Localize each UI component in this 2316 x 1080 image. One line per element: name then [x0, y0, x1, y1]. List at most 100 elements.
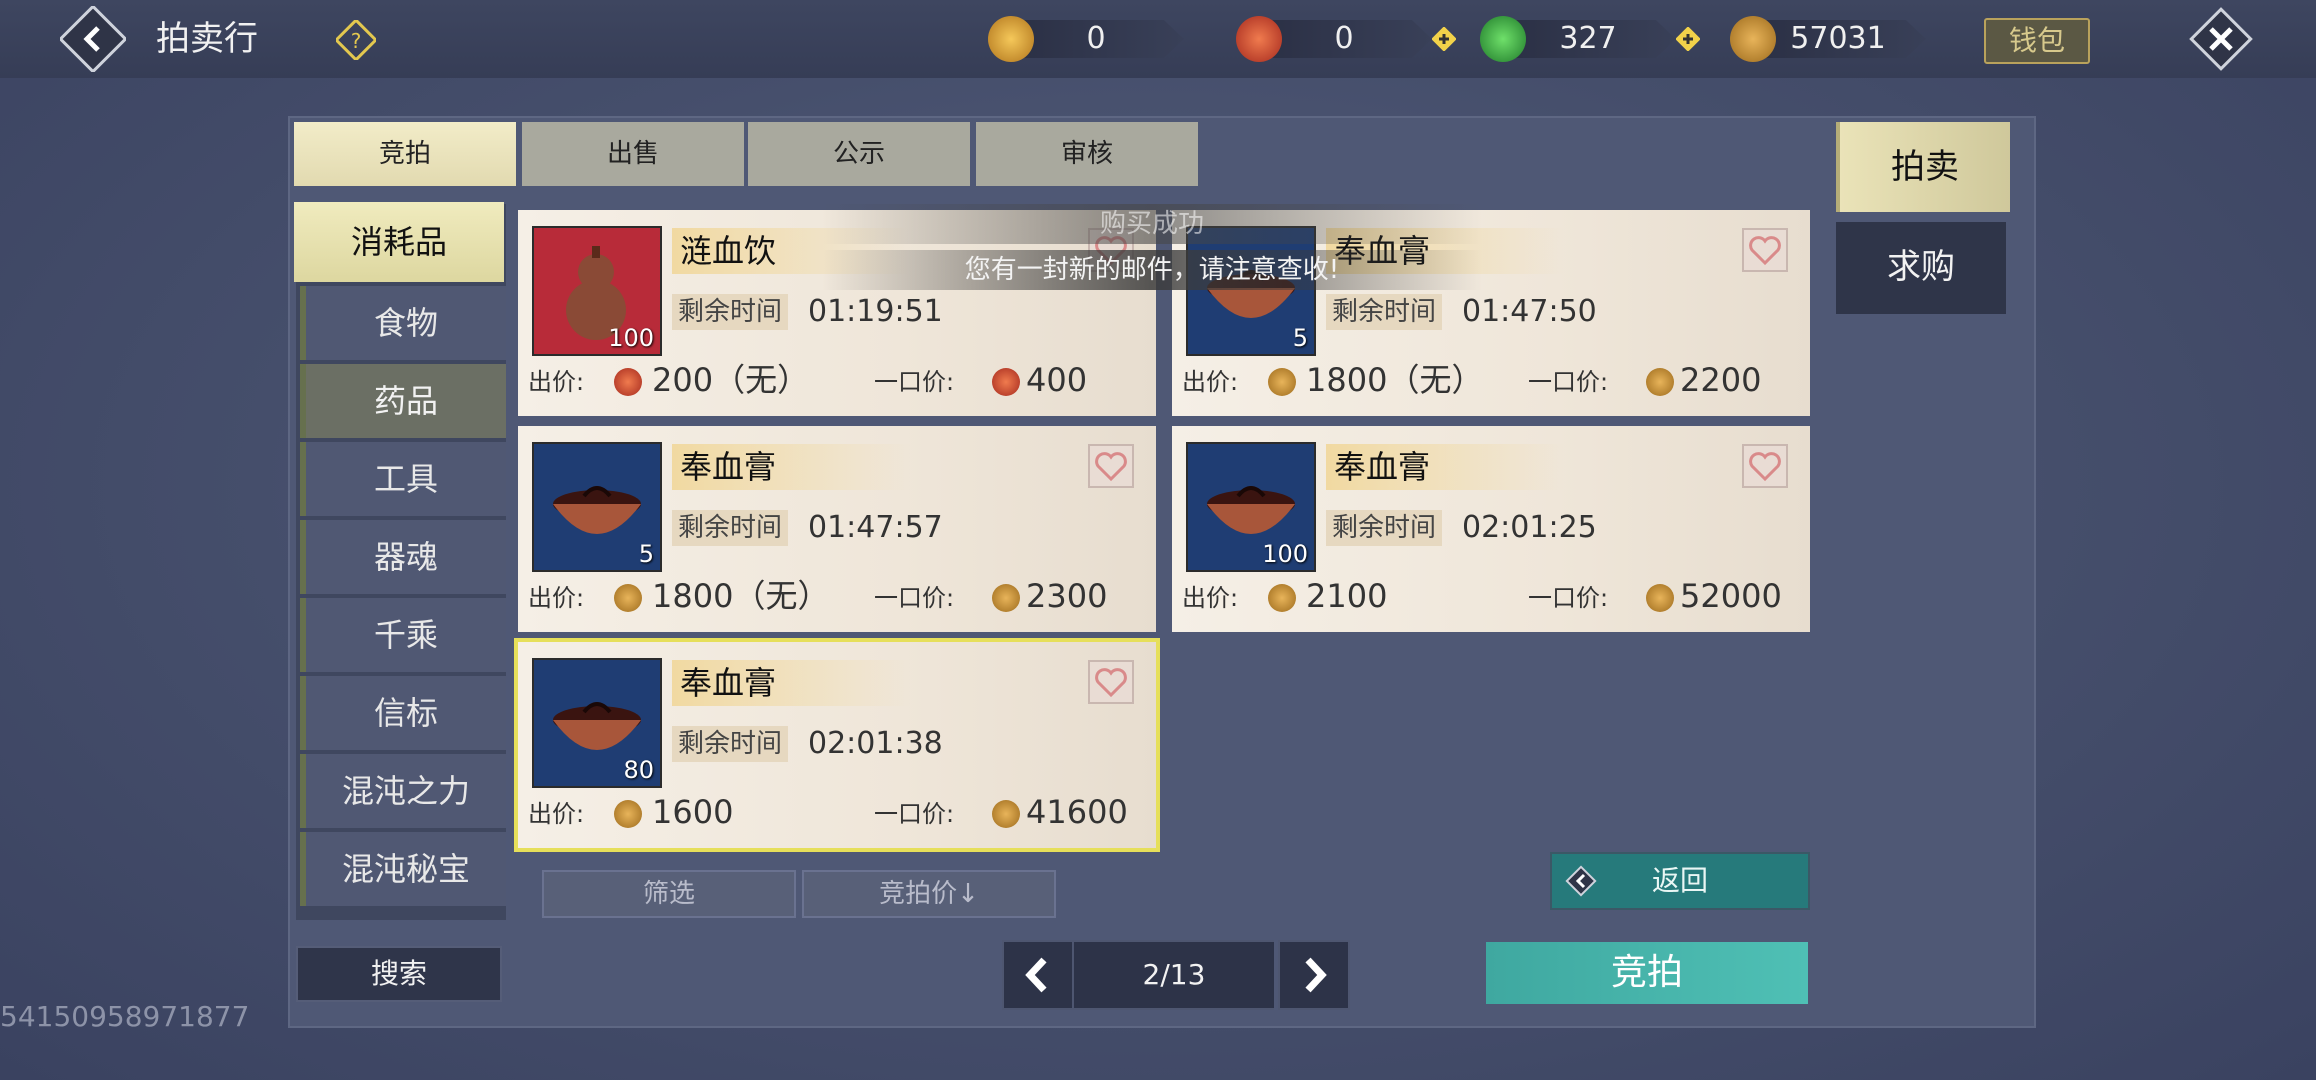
category-beacon[interactable]: 信标	[300, 676, 506, 750]
leaf-coin-icon	[1730, 16, 1776, 62]
side-tab-request[interactable]: 求购	[1836, 222, 2006, 314]
blood-bowl-icon: 100	[1186, 442, 1316, 572]
item-quantity: 5	[1292, 324, 1308, 352]
leaf-coin-icon	[992, 800, 1020, 828]
item-quantity: 100	[608, 324, 654, 352]
bid-price: 2100	[1306, 577, 1388, 615]
resource-value: 327	[1559, 21, 1617, 56]
tab-sell[interactable]: 出售	[522, 122, 744, 186]
buyout-label: 一口价:	[874, 584, 955, 612]
bid-price: 200（无）	[652, 361, 810, 399]
item-quantity: 80	[623, 756, 654, 784]
page-title: 拍卖行	[156, 19, 258, 59]
next-page-button[interactable]	[1278, 940, 1350, 1010]
category-tools[interactable]: 工具	[300, 442, 506, 516]
time-remaining: 01:47:57	[808, 510, 943, 545]
back-icon[interactable]	[58, 4, 128, 74]
bid-label: 出价:	[528, 800, 585, 828]
resource-value: 0	[1334, 21, 1354, 56]
item-name: 奉血膏	[672, 444, 910, 490]
buyout-label: 一口价:	[874, 368, 955, 396]
bid-label: 出价:	[1182, 584, 1239, 612]
time-remaining: 01:19:51	[808, 294, 943, 329]
heart-icon[interactable]	[1742, 444, 1788, 488]
wallet-button[interactable]: 钱包	[1984, 18, 2090, 64]
resource-value: 0	[1086, 21, 1106, 56]
buyout-price: 400	[1026, 361, 1088, 399]
red-spiral-coin-icon	[1236, 16, 1282, 62]
time-remaining: 02:01:38	[808, 726, 943, 761]
category-qiansheng[interactable]: 千乘	[300, 598, 506, 672]
svg-text:?: ?	[351, 29, 362, 53]
time-label: 剩余时间	[672, 294, 789, 330]
bid-price: 1600	[652, 793, 734, 831]
buyout-label: 一口价:	[1528, 368, 1609, 396]
prev-page-button[interactable]	[1002, 940, 1074, 1010]
bid-button[interactable]: 竞拍	[1486, 942, 1808, 1004]
time-label: 剩余时间	[1326, 510, 1443, 546]
buyout-price: 2300	[1026, 577, 1108, 615]
heart-icon[interactable]	[1088, 444, 1134, 488]
heart-icon[interactable]	[1088, 660, 1134, 704]
gourd-icon: 100	[532, 226, 662, 356]
buyout-price: 52000	[1680, 577, 1782, 615]
category-medicine[interactable]: 药品	[300, 364, 506, 438]
time-label: 剩余时间	[672, 726, 789, 762]
time-remaining: 02:01:25	[1462, 510, 1597, 545]
time-remaining: 01:47:50	[1462, 294, 1597, 329]
resource-value: 57031	[1790, 21, 1886, 56]
time-label: 剩余时间	[672, 510, 789, 546]
return-label: 返回	[1651, 864, 1708, 897]
page-indicator: 2/13	[1074, 940, 1274, 1010]
close-icon[interactable]	[2186, 4, 2256, 74]
mail-toast: 您有一封新的邮件，请注意查收!	[822, 250, 1482, 290]
category-consumables[interactable]: 消耗品	[294, 202, 504, 282]
bid-label: 出价:	[528, 368, 585, 396]
leaf-coin-icon	[1646, 368, 1674, 396]
buyout-label: 一口价:	[874, 800, 955, 828]
bid-price: 1800（无）	[652, 577, 830, 615]
help-icon[interactable]: ?	[334, 18, 378, 62]
leaf-coin-icon	[1268, 584, 1296, 612]
gold-pouch-icon	[988, 16, 1034, 62]
back-icon	[1565, 865, 1597, 897]
item-name: 奉血膏	[1326, 444, 1564, 490]
bid-label: 出价:	[528, 584, 585, 612]
sort-button[interactable]: 竞拍价↓	[802, 870, 1056, 918]
tab-bid[interactable]: 竞拍	[294, 122, 516, 186]
buyout-label: 一口价:	[1528, 584, 1609, 612]
listing-card[interactable]: 100 奉血膏 剩余时间 02:01:25 出价: 2100 一口价: 5200…	[1172, 426, 1810, 632]
blood-bowl-icon: 80	[532, 658, 662, 788]
leaf-coin-icon	[614, 800, 642, 828]
side-tab-auction[interactable]: 拍卖	[1836, 122, 2010, 212]
red-spiral-coin-icon	[992, 368, 1020, 396]
bid-label: 出价:	[1182, 368, 1239, 396]
user-id: 54150958971877	[0, 1000, 250, 1033]
blood-bowl-icon: 5	[1186, 226, 1316, 356]
category-chaos-power[interactable]: 混沌之力	[300, 754, 506, 828]
item-quantity: 5	[638, 540, 654, 568]
buyout-price: 41600	[1026, 793, 1128, 831]
buyout-price: 2200	[1680, 361, 1762, 399]
leaf-coin-icon	[614, 584, 642, 612]
category-chaos-treasure[interactable]: 混沌秘宝	[300, 832, 506, 906]
heart-icon[interactable]	[1742, 228, 1788, 272]
plus-icon[interactable]	[1432, 27, 1456, 51]
plus-icon[interactable]	[1676, 27, 1700, 51]
listing-card[interactable]: 5 奉血膏 剩余时间 01:47:57 出价: 1800（无） 一口价: 230…	[518, 426, 1156, 632]
chevron-left-icon	[1025, 957, 1047, 993]
tab-public[interactable]: 公示	[748, 122, 970, 186]
search-button[interactable]: 搜索	[296, 946, 502, 1002]
chevron-right-icon	[1305, 957, 1327, 993]
leaf-coin-icon	[1646, 584, 1674, 612]
listing-card[interactable]: 80 奉血膏 剩余时间 02:01:38 出价: 1600 一口价: 41600	[514, 638, 1160, 852]
tab-review[interactable]: 审核	[976, 122, 1198, 186]
category-food[interactable]: 食物	[300, 286, 506, 360]
bid-price: 1800（无）	[1306, 361, 1484, 399]
filter-button[interactable]: 筛选	[542, 870, 796, 918]
item-quantity: 100	[1262, 540, 1308, 568]
leaf-coin-icon	[992, 584, 1020, 612]
red-spiral-coin-icon	[614, 368, 642, 396]
category-soul[interactable]: 器魂	[300, 520, 506, 594]
return-button[interactable]: 返回	[1550, 852, 1810, 910]
